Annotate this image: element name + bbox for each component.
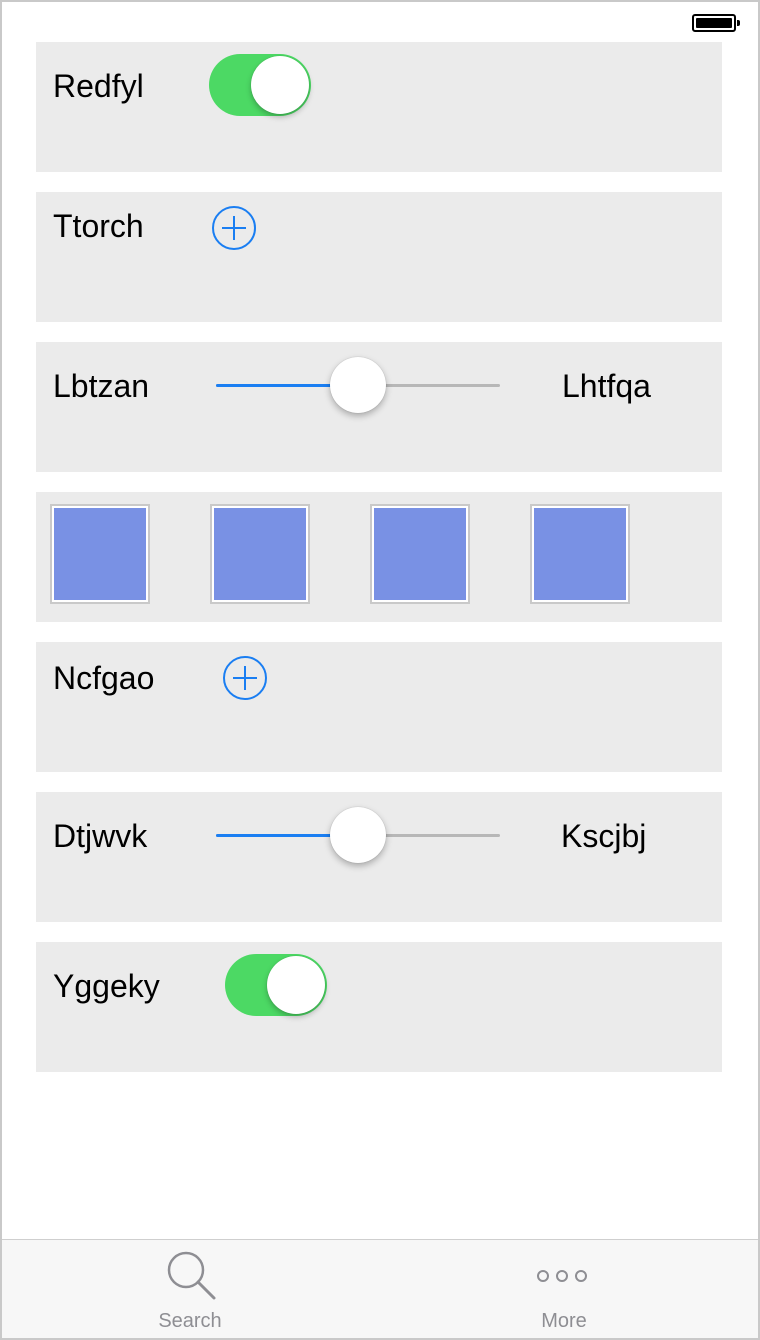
lbtzan-slider[interactable] [216,356,500,414]
row-swatches [36,492,722,622]
tab-search[interactable]: Search [90,1240,290,1338]
yggeky-toggle[interactable] [225,954,327,1016]
app-screen: Redfyl Ttorch Lbtzan Lhtfqa Ncfgao Dtjwv… [0,0,760,1340]
slider-max-label: Lhtfqa [562,368,651,404]
color-swatch[interactable] [210,504,310,604]
row-yggeky: Yggeky [36,942,722,1072]
tab-more[interactable]: More [464,1240,664,1338]
row-ncfgao: Ncfgao [36,642,722,772]
row-label: Ncfgao [53,660,155,696]
row-lbtzan: Lbtzan Lhtfqa [36,342,722,472]
battery-icon [692,14,740,32]
redfyl-toggle[interactable] [209,54,311,116]
dtjwvk-slider[interactable] [216,806,500,864]
tab-label: Search [158,1310,222,1332]
tab-bar: Search More [2,1239,758,1338]
more-icon [537,1268,591,1282]
slider-thumb[interactable] [330,357,386,413]
add-icon[interactable] [212,206,256,250]
color-swatch[interactable] [50,504,150,604]
search-icon [167,1251,216,1300]
color-swatch[interactable] [530,504,630,604]
color-swatch[interactable] [370,504,470,604]
slider-min-label: Lbtzan [53,368,150,404]
row-dtjwvk: Dtjwvk Kscjbj [36,792,722,922]
slider-thumb[interactable] [330,807,386,863]
slider-max-label: Kscjbj [561,818,647,854]
row-redfyl: Redfyl [36,42,722,172]
row-ttorch: Ttorch [36,192,722,322]
toggle-knob [251,56,309,114]
slider-min-label: Dtjwvk [53,818,148,854]
row-label: Redfyl [53,68,144,104]
toggle-knob [267,956,325,1014]
row-label: Yggeky [53,968,160,1004]
add-icon[interactable] [223,656,267,700]
tab-label: More [541,1310,587,1332]
row-label: Ttorch [53,208,144,244]
